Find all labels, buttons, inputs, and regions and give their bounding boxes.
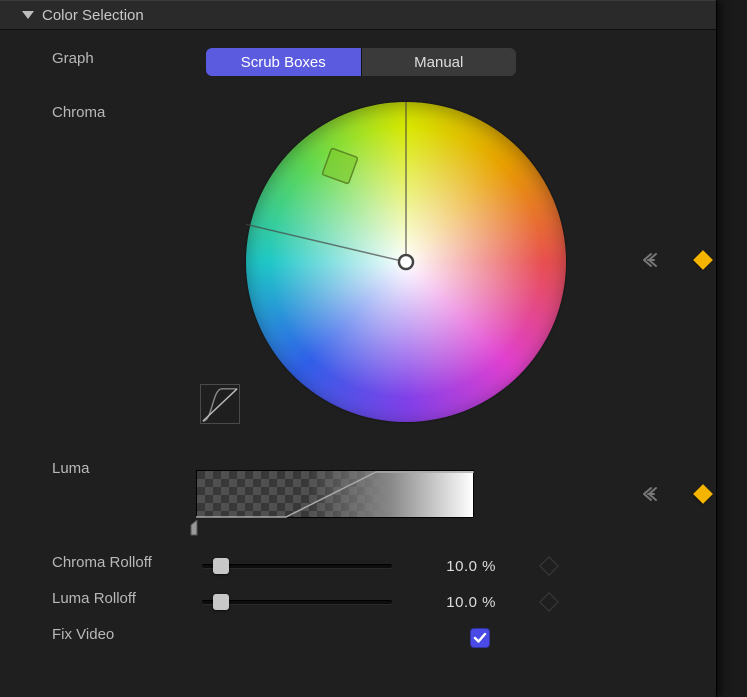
luma-curve-overlay[interactable]: [196, 470, 474, 518]
luma-rolloff-slider[interactable]: [202, 592, 392, 612]
section-title: Color Selection: [42, 7, 144, 24]
chroma-rolloff-value[interactable]: 10.0 %: [392, 558, 502, 575]
luma-handle-icon[interactable]: [190, 520, 204, 536]
row-chroma: Chroma: [0, 98, 716, 446]
chroma-rolloff-slider[interactable]: [202, 556, 392, 576]
row-luma-rolloff: Luma Rolloff 10.0 %: [0, 584, 716, 620]
inspector-panel: Color Selection Graph Scrub Boxes Manual…: [0, 0, 717, 697]
fix-video-label: Fix Video: [52, 624, 202, 643]
row-luma: Luma: [0, 454, 716, 544]
chroma-side-controls: [642, 252, 710, 268]
chroma-selection-overlay[interactable]: [246, 102, 566, 422]
fix-video-checkbox[interactable]: [470, 628, 490, 648]
segment-scrub-boxes[interactable]: Scrub Boxes: [206, 48, 361, 76]
row-graph: Graph Scrub Boxes Manual: [0, 44, 716, 80]
graph-label: Graph: [52, 48, 202, 67]
luma-label: Luma: [52, 458, 192, 477]
row-chroma-rolloff: Chroma Rolloff 10.0 %: [0, 548, 716, 584]
row-fix-video: Fix Video: [0, 620, 716, 656]
luma-reset-button[interactable]: [642, 486, 662, 502]
luma-side-controls: [642, 486, 710, 502]
section-header[interactable]: Color Selection: [0, 0, 716, 30]
luma-rolloff-value[interactable]: 10.0 %: [392, 594, 502, 611]
luma-rolloff-keyframe-icon[interactable]: [539, 592, 559, 612]
chroma-rolloff-keyframe-icon[interactable]: [539, 556, 559, 576]
graph-segmented-control: Scrub Boxes Manual: [206, 48, 516, 76]
chroma-curve-well[interactable]: [200, 384, 240, 424]
chroma-rolloff-label: Chroma Rolloff: [52, 552, 202, 571]
luma-keyframe-icon[interactable]: [693, 484, 713, 504]
segment-manual[interactable]: Manual: [361, 48, 517, 76]
chroma-reset-button[interactable]: [642, 252, 662, 268]
section-body: Graph Scrub Boxes Manual Chroma: [0, 30, 716, 656]
disclosure-triangle-icon[interactable]: [22, 11, 34, 19]
chroma-keyframe-icon[interactable]: [693, 250, 713, 270]
luma-rolloff-label: Luma Rolloff: [52, 588, 202, 607]
chroma-label: Chroma: [52, 102, 192, 121]
